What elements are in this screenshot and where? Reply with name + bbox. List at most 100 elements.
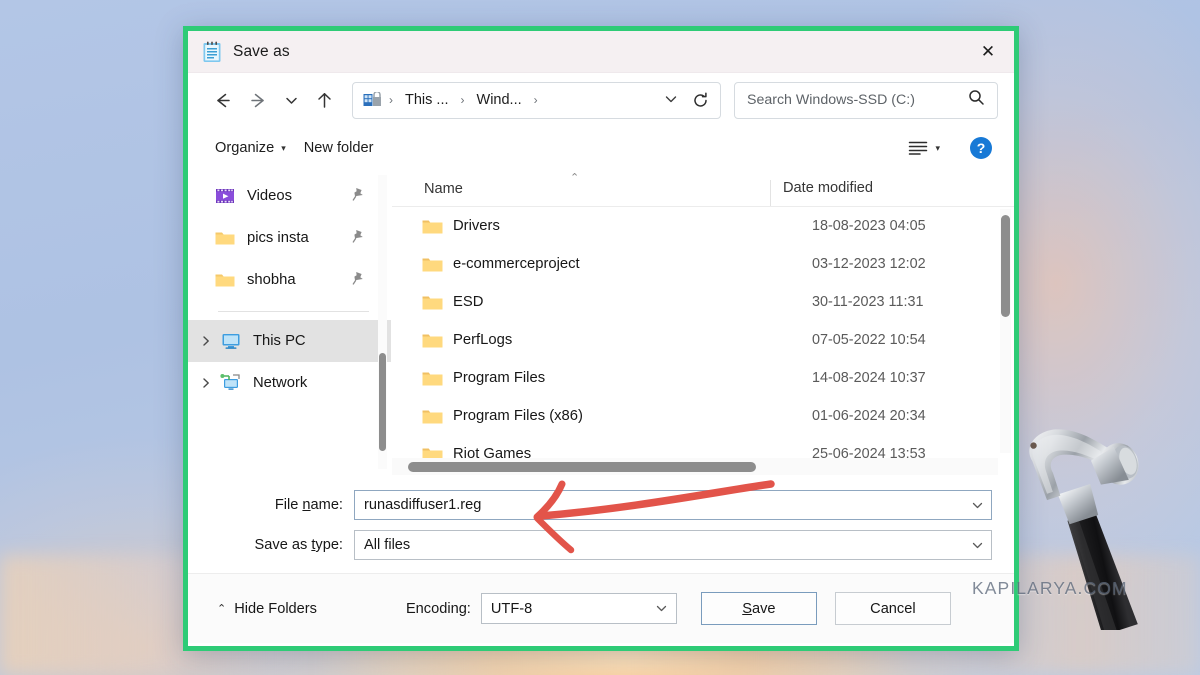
file-list-header: ⌃ Name Date modified (392, 169, 1014, 207)
save-button[interactable]: Save (700, 592, 817, 625)
horizontal-scrollbar-thumb[interactable] (408, 462, 756, 472)
sidebar-item-label: pics insta (247, 230, 309, 246)
file-date: 18-08-2023 04:05 (812, 218, 926, 234)
sidebar-item-label: shobha (247, 272, 296, 288)
sidebar-item-label: Network (253, 375, 308, 391)
hide-folders-button[interactable]: ⌃ Hide Folders (210, 596, 324, 622)
table-row[interactable]: ESD 30-11-2023 11:31 (392, 283, 1014, 321)
file-name-field[interactable]: runasdiffuser1.reg (354, 490, 992, 520)
cancel-button[interactable]: Cancel (834, 592, 951, 625)
save-as-type-label-pre: Save as (254, 537, 312, 553)
sidebar-item-videos[interactable]: Videos (188, 175, 391, 217)
breadcrumb-item-1[interactable]: Wind... (472, 89, 527, 111)
save-as-dialog: Save as ✕ › This ... › Wind... › Search … (183, 26, 1019, 651)
table-row[interactable]: e-commerceproject 03-12-2023 12:02 (392, 245, 1014, 283)
close-button[interactable]: ✕ (962, 31, 1014, 73)
dialog-footer: ⌃ Hide Folders Encoding: UTF-8 Save Canc… (188, 573, 1014, 643)
pin-icon[interactable] (352, 229, 365, 248)
breadcrumb-separator: › (460, 93, 465, 107)
chevron-right-icon[interactable] (196, 335, 216, 347)
folder-icon (422, 372, 443, 385)
save-as-type-row: Save as type: All files (188, 527, 1014, 563)
dialog-titlebar: Save as ✕ (188, 31, 1014, 73)
chevron-up-icon: ⌃ (217, 603, 227, 615)
help-button[interactable]: ? (970, 137, 992, 159)
breadcrumb-separator: › (533, 93, 538, 107)
encoding-group: Encoding: UTF-8 (406, 593, 677, 624)
chevron-down-icon[interactable] (963, 531, 991, 559)
file-name-value[interactable]: runasdiffuser1.reg (364, 497, 963, 513)
sidebar-scrollbar-thumb[interactable] (379, 353, 386, 451)
file-list-vertical-scrollbar[interactable] (1000, 209, 1011, 453)
encoding-value: UTF-8 (490, 600, 533, 617)
pin-icon[interactable] (352, 187, 365, 206)
navigation-bar: › This ... › Wind... › (188, 73, 1014, 127)
search-box[interactable] (734, 81, 998, 119)
recent-locations-button[interactable] (276, 83, 306, 117)
dialog-title: Save as (233, 42, 290, 60)
videos-icon (216, 189, 234, 203)
file-list: ⌃ Name Date modified Drivers 18-08-2023 … (391, 169, 1014, 475)
breadcrumb-dropdown-icon[interactable] (655, 92, 687, 109)
column-header-name[interactable]: Name (392, 181, 770, 206)
sidebar-item-network[interactable]: Network (188, 362, 391, 404)
network-icon (220, 374, 240, 390)
table-row[interactable]: Program Files (x86) 01-06-2024 20:34 (392, 397, 1014, 435)
file-list-horizontal-scrollbar[interactable] (392, 458, 998, 475)
drive-icon (363, 91, 381, 106)
save-button-key: S (742, 600, 752, 617)
folder-icon (422, 220, 443, 233)
list-view-icon (909, 141, 928, 155)
file-name-label-key: n (302, 497, 311, 513)
this-pc-icon (222, 334, 240, 349)
file-date: 03-12-2023 12:02 (812, 256, 926, 272)
sidebar-item-pics-insta[interactable]: pics insta (188, 217, 391, 259)
search-icon[interactable] (968, 89, 985, 111)
new-folder-label: New folder (303, 140, 374, 156)
column-header-date-modified[interactable]: Date modified (770, 180, 1014, 206)
chevron-down-icon[interactable] (963, 491, 991, 519)
chevron-right-icon[interactable] (196, 377, 216, 389)
sidebar-divider (218, 311, 369, 312)
table-row[interactable]: Program Files 14-08-2024 10:37 (392, 359, 1014, 397)
sidebar-item-this-pc[interactable]: This PC (188, 320, 391, 362)
sidebar-scrollbar[interactable] (378, 175, 387, 469)
sidebar-item-label: This PC (253, 333, 306, 349)
breadcrumb-item-0[interactable]: This ... (400, 89, 454, 111)
table-row[interactable]: Drivers 18-08-2023 04:05 (392, 207, 1014, 245)
file-name: Drivers (453, 218, 500, 234)
folder-icon (422, 258, 443, 271)
breadcrumb[interactable]: › This ... › Wind... › (352, 81, 721, 119)
up-button[interactable] (306, 83, 342, 117)
organize-label: Organize (215, 140, 275, 156)
file-date: 07-05-2022 10:54 (812, 332, 926, 348)
file-name-row: File name: runasdiffuser1.reg (188, 487, 1014, 523)
chevron-down-icon: ▾ (281, 142, 286, 153)
back-button[interactable] (204, 83, 240, 117)
encoding-select[interactable]: UTF-8 (480, 593, 677, 624)
save-as-type-select[interactable]: All files (354, 530, 992, 560)
forward-button[interactable] (240, 83, 276, 117)
vertical-scrollbar-thumb[interactable] (1001, 215, 1010, 317)
save-as-type-value: All files (364, 537, 411, 553)
chevron-down-icon[interactable] (648, 594, 676, 623)
file-name: PerfLogs (453, 332, 513, 348)
view-options-button[interactable]: ▾ (900, 135, 948, 161)
watermark: KAPILARYA.COM (972, 578, 1128, 598)
save-as-type-label-post: ype: (315, 537, 343, 553)
new-folder-button[interactable]: New folder (295, 135, 383, 161)
file-date: 01-06-2024 20:34 (812, 408, 926, 424)
folder-icon (422, 334, 443, 347)
breadcrumb-separator: › (389, 93, 393, 107)
refresh-icon[interactable] (689, 91, 714, 109)
organize-button[interactable]: Organize ▾ (206, 135, 295, 161)
file-name-label-pre: File (274, 497, 303, 513)
save-as-type-label: Save as type: (188, 537, 354, 553)
sidebar-item-shobha[interactable]: shobha (188, 259, 391, 301)
hide-folders-label: Hide Folders (234, 600, 317, 617)
search-input[interactable] (747, 92, 968, 108)
table-row[interactable]: PerfLogs 07-05-2022 10:54 (392, 321, 1014, 359)
notepad-icon (203, 41, 221, 62)
pin-icon[interactable] (352, 271, 365, 290)
dialog-body: Videos pics insta shobha This PC Network… (188, 169, 1014, 475)
